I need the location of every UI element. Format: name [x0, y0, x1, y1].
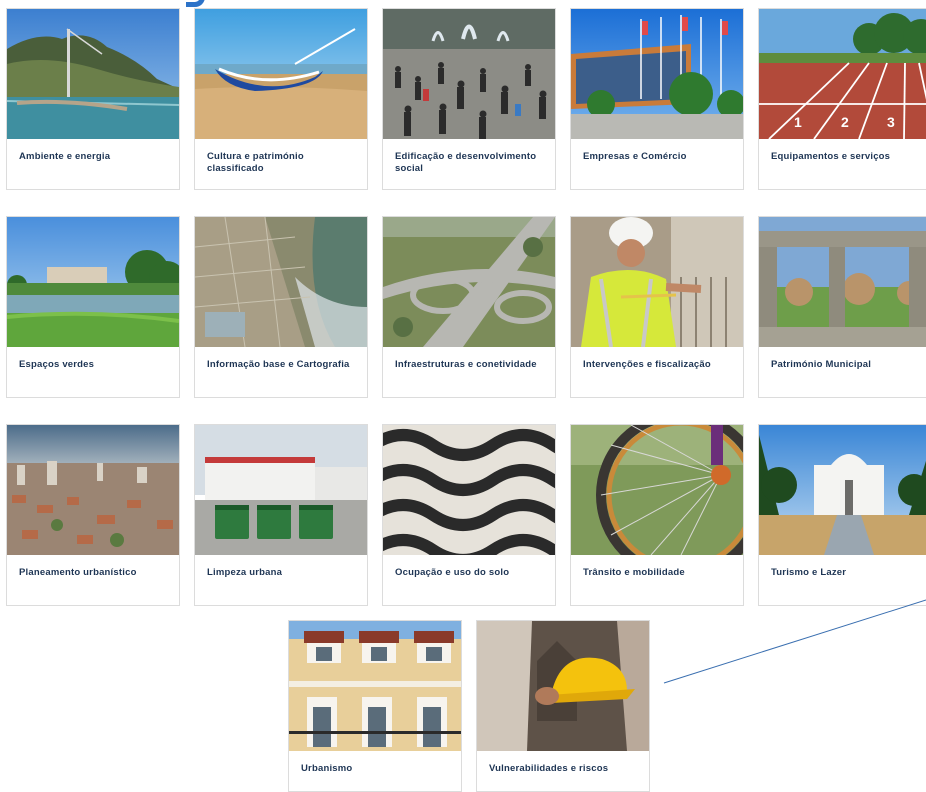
- crowd-plaza-photo: [383, 9, 555, 139]
- svg-text:3: 3: [887, 114, 895, 130]
- svg-text:1: 1: [794, 114, 802, 130]
- category-card-patrimonio-municipal[interactable]: Património Municipal: [758, 216, 926, 398]
- running-track-photo: 1 2 3: [759, 9, 926, 139]
- city-panorama-photo: [7, 425, 179, 555]
- category-card-equipamentos[interactable]: 1 2 3 Equipamentos e serviços: [758, 8, 926, 190]
- category-card-cultura-patrimonio[interactable]: Cultura e património classificado: [194, 8, 368, 190]
- category-label: Cultura e património classificado: [207, 151, 304, 174]
- category-card-ambiente-energia[interactable]: Ambiente e energia: [6, 8, 180, 190]
- category-card-empresas[interactable]: Empresas e Comércio: [570, 8, 744, 190]
- category-label: Edificação e desenvolvimento social: [395, 151, 537, 174]
- category-label: Infraestruturas e conetividade: [395, 359, 537, 370]
- category-label: Trânsito e mobilidade: [583, 567, 685, 578]
- category-card-urbanismo[interactable]: Urbanismo: [288, 620, 462, 792]
- category-card-turismo[interactable]: Turismo e Lazer: [758, 424, 926, 606]
- aerial-city-photo: [195, 217, 367, 347]
- category-card-limpeza[interactable]: Limpeza urbana: [194, 424, 368, 606]
- construction-worker-photo: [571, 217, 743, 347]
- highway-interchange-photo: [383, 217, 555, 347]
- category-label: Equipamentos e serviços: [771, 151, 891, 162]
- boat-on-beach-photo: [195, 9, 367, 139]
- category-label: Turismo e Lazer: [771, 567, 847, 578]
- category-card-intervencoes[interactable]: Intervenções e fiscalização: [570, 216, 744, 398]
- category-label: Ocupação e uso do solo: [395, 567, 510, 578]
- category-label: Empresas e Comércio: [583, 151, 687, 162]
- stone-ruins-photo: [759, 217, 926, 347]
- category-label: Vulnerabilidades e riscos: [489, 763, 609, 774]
- heading-fragment: [176, 0, 216, 8]
- hard-hat-photo: [477, 621, 649, 751]
- commercial-building-photo: [571, 9, 743, 139]
- category-card-infraestruturas[interactable]: Infraestruturas e conetividade: [382, 216, 556, 398]
- category-label: Património Municipal: [771, 359, 872, 370]
- green-park-photo: [7, 217, 179, 347]
- category-label: Espaços verdes: [19, 359, 95, 370]
- bicycle-wheel-photo: [571, 425, 743, 555]
- category-card-ocupacao[interactable]: Ocupação e uso do solo: [382, 424, 556, 606]
- category-card-edificacao[interactable]: Edificação e desenvolvimento social: [382, 8, 556, 190]
- category-label: Limpeza urbana: [207, 567, 283, 578]
- category-card-informacao-base[interactable]: Informação base e Cartografia: [194, 216, 368, 398]
- cobblestone-pavement-photo: [383, 425, 555, 555]
- category-card-planeamento[interactable]: Planeamento urbanístico: [6, 424, 180, 606]
- waste-containers-photo: [195, 425, 367, 555]
- category-label: Planeamento urbanístico: [19, 567, 137, 578]
- svg-text:2: 2: [841, 114, 849, 130]
- coastal-cliff-photo: [7, 9, 179, 139]
- building-facade-photo: [289, 621, 461, 751]
- category-label: Informação base e Cartografia: [207, 359, 350, 370]
- category-card-espacos-verdes[interactable]: Espaços verdes: [6, 216, 180, 398]
- category-label: Urbanismo: [301, 763, 353, 774]
- category-card-transito[interactable]: Trânsito e mobilidade: [570, 424, 744, 606]
- category-label: Intervenções e fiscalização: [583, 359, 711, 370]
- category-label: Ambiente e energia: [19, 151, 111, 162]
- category-card-vulnerabilidades[interactable]: Vulnerabilidades e riscos: [476, 620, 650, 792]
- white-chapel-photo: [759, 425, 926, 555]
